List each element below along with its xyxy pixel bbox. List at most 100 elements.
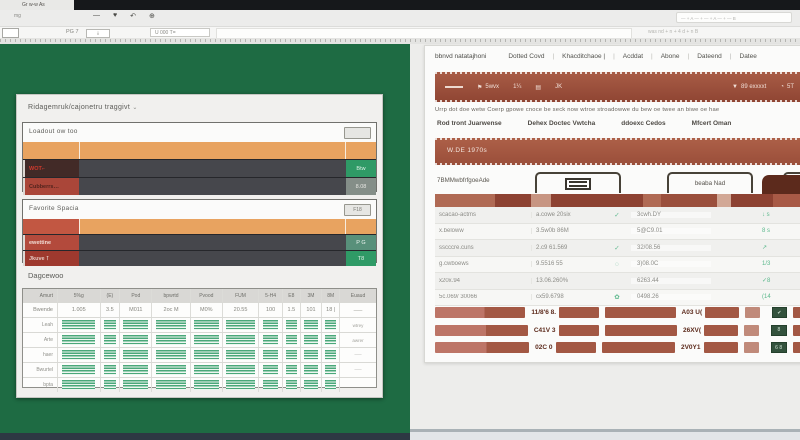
filter-action[interactable]: ▼ 89 exxxxt [732, 84, 766, 90]
nav-item[interactable]: Acddat [623, 53, 643, 60]
flag-action[interactable]: ⚑ 5wvx [477, 84, 499, 91]
highlight-bar [743, 342, 759, 353]
record-number: 2.c9 61.569 [531, 244, 603, 251]
toolbar-checkbox[interactable] [2, 28, 19, 38]
section2-button[interactable]: F18 [344, 204, 371, 216]
table-row[interactable]: x.beloww 3.5w0b 86M 5@C9.01 8 s [435, 223, 800, 240]
dialog-section-2: Favorite Spacia F18 ewettine P G Jkuve ⊺ [22, 199, 377, 266]
row-track [79, 160, 346, 177]
sparkline-cell [282, 333, 300, 347]
nav-item[interactable]: Dotted Covd [508, 53, 544, 60]
brand-label[interactable]: bbnvd natatajhoni [435, 53, 486, 60]
record-id: 5c.069/ 30066 [439, 294, 478, 301]
sparkline-cell [258, 318, 282, 332]
highlight-bar [793, 307, 800, 318]
nav-item[interactable]: Dateend [697, 53, 722, 60]
quick-link[interactable]: Rod tront Juarwense [437, 120, 502, 127]
document-icon[interactable]: ▤ [535, 84, 541, 91]
sparkline-cell [189, 333, 222, 347]
flag-icon: ⚑ [477, 84, 483, 91]
header-cell[interactable] [531, 194, 551, 207]
nav-item[interactable]: Datee [740, 53, 757, 60]
table-row[interactable]: 5c.069/ 30066 cx59.6798 ✿ 0498.26 (14 [435, 289, 800, 306]
sparkline-cell [299, 348, 322, 362]
quick-link[interactable]: Dehex Doctec Vwtcha [528, 120, 596, 127]
highlight-bar [703, 342, 738, 353]
header-cell[interactable] [731, 194, 773, 207]
highlight-bar [744, 324, 759, 336]
segmented-control[interactable]: ii [86, 29, 110, 38]
nav-item[interactable]: Abone [661, 53, 680, 60]
header-cell[interactable] [661, 194, 717, 207]
minimize-icon[interactable]: — [93, 12, 100, 20]
chevron-down-icon[interactable]: ⌄ [132, 105, 137, 111]
quick-link[interactable]: Mfcert Oman [692, 120, 732, 127]
highlight-value: 11/8'6 8. [531, 309, 557, 316]
header-cell[interactable] [643, 194, 661, 207]
favorite-icon[interactable]: ♥ [113, 12, 117, 20]
table-row[interactable]: x20x.94 13.06.260% 6263.44 ✓8 [435, 273, 800, 290]
metric-value: ⸺ [339, 303, 376, 317]
tab-bar-link[interactable]: 7BMMwbfrfgoeAde [437, 177, 490, 184]
corner-header: Amurt [39, 292, 53, 299]
row-label: bpta [43, 382, 53, 388]
header-cell[interactable] [495, 194, 531, 207]
section1-row[interactable]: WOT⌐ Btw [23, 159, 376, 177]
drag-handle-icon[interactable] [445, 86, 463, 88]
column-header: Euaud [339, 289, 376, 302]
table-row[interactable]: scacao-actms a.cowe 20six ✓ 3cwh.DY ↓ s [435, 207, 800, 224]
settings-dialog: Ridagemruk/cajonetru traggivt ⌄ Loadout … [16, 94, 383, 398]
quick-link[interactable]: ddoexc Cedos [621, 120, 665, 127]
sparkline-cell [299, 333, 322, 347]
sparkline-row: haer ⸺ [23, 347, 376, 362]
highlight-row[interactable]: C41V 3 26XV( 8 [435, 324, 800, 337]
doc-action[interactable]: JK [555, 84, 562, 90]
orange-cell [23, 142, 80, 159]
format-chip[interactable]: U 000 T= [150, 28, 210, 37]
record-flag: ✓8 [762, 278, 771, 285]
highlight-row[interactable]: 02C 0 2V0Y1 6 8 [435, 341, 800, 354]
highlight-bar [604, 324, 677, 336]
nav-item[interactable]: Khacditchaoe | [562, 53, 605, 60]
ratio-label: 1¼ [513, 84, 522, 90]
header-cell[interactable] [435, 194, 495, 207]
column-header: (E) [99, 289, 120, 302]
metric-value: 20.55 [221, 303, 258, 317]
undo-icon[interactable]: ↶ [130, 12, 136, 20]
tab-active-dark[interactable] [762, 175, 800, 194]
table-row[interactable]: g.cwboews 9.5516 55 ◌ 3)08.0C 1/3 [435, 256, 800, 273]
header-cell[interactable] [717, 194, 731, 207]
row-track [79, 235, 346, 250]
quick-links: Rod tront Juarwense Dehex Doctec Vwtcha … [437, 120, 800, 127]
section1-row[interactable]: Cubberrs… 8.08 [23, 177, 376, 195]
metric-value: M0% [189, 303, 222, 317]
right-window-footer [410, 432, 800, 440]
left-app-window: Ridagemruk/cajonetru traggivt ⌄ Loadout … [0, 44, 410, 440]
highlight-row[interactable]: 11/8'6 8. A03 U( ✔ [435, 306, 800, 319]
section1-button[interactable] [344, 127, 371, 139]
highlight-bar [705, 307, 740, 318]
header-cell[interactable] [551, 194, 643, 207]
header-cell[interactable] [773, 194, 800, 207]
tab-detail-view[interactable]: beaba Nad [667, 172, 753, 193]
tab-list-view[interactable] [535, 172, 621, 193]
filter-icon: ▼ [732, 84, 738, 90]
sparkline-cell [321, 333, 339, 347]
orange-cell [345, 142, 376, 159]
sparkline-cell [321, 378, 339, 392]
clock-action[interactable]: ◔ 5T [780, 84, 794, 90]
section2-row[interactable]: Jkuve ⊺ T8 [23, 250, 376, 266]
table-row[interactable]: sscccre.cuns 2.c9 61.569 ✓ 32/08.56 ↗ [435, 240, 800, 257]
section3-label: Dagcewoo [28, 271, 64, 280]
address-field[interactable]: — + A — + — + A — + — B [676, 12, 792, 23]
window-tab[interactable]: Gr w-w As [0, 0, 74, 10]
column-header: bpwrtd [151, 289, 189, 302]
sparkline-cell [119, 333, 151, 347]
nav-separator: | [729, 52, 732, 60]
highlight-bar [601, 342, 675, 353]
row-note: ⸺ [339, 363, 376, 377]
add-icon[interactable]: ⊕ [149, 12, 155, 20]
section2-orange-header [23, 219, 376, 234]
row-label: Cubberrs… [23, 178, 79, 195]
section2-row[interactable]: ewettine P G [23, 234, 376, 250]
